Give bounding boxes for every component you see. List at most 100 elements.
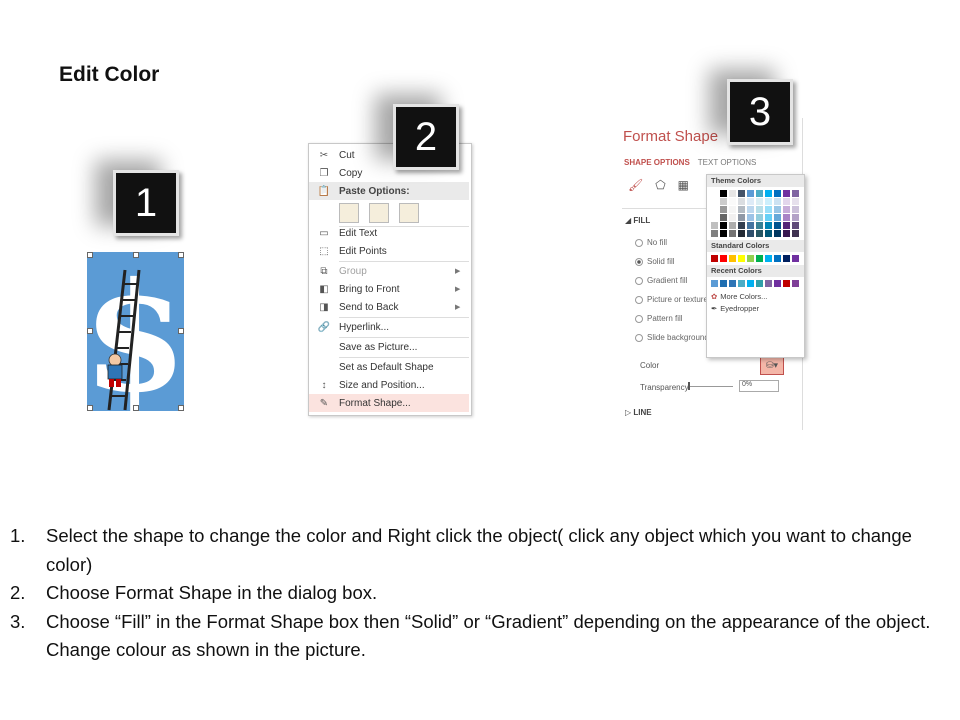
color-swatch[interactable] (783, 206, 790, 213)
paste-merge-formatting-icon[interactable] (369, 203, 389, 223)
color-swatch[interactable] (747, 280, 754, 287)
color-swatch[interactable] (756, 198, 763, 205)
fill-section-header[interactable]: ◢ FILL (625, 216, 650, 225)
fill-color-button[interactable]: ⛁▾ (760, 355, 784, 375)
color-swatch[interactable] (792, 230, 799, 237)
radio-button[interactable] (635, 238, 643, 247)
color-swatch[interactable] (765, 198, 772, 205)
menu-item-bring-to-front[interactable]: ◧ Bring to Front ▶ (309, 280, 469, 298)
paste-picture-icon[interactable] (399, 203, 419, 223)
color-swatch[interactable] (738, 255, 745, 262)
color-swatch[interactable] (765, 280, 772, 287)
color-swatch[interactable] (783, 280, 790, 287)
color-swatch[interactable] (756, 255, 763, 262)
dollar-ladder-shape[interactable]: $ (87, 252, 184, 411)
color-swatch[interactable] (738, 214, 745, 221)
transparency-slider[interactable] (688, 386, 733, 387)
color-swatch[interactable] (711, 230, 718, 237)
color-swatch[interactable] (774, 214, 781, 221)
color-swatch[interactable] (792, 198, 799, 205)
menu-item-size-position[interactable]: ↕ Size and Position... (309, 376, 469, 394)
menu-item-send-to-back[interactable]: ◨ Send to Back ▶ (309, 298, 469, 316)
color-swatch[interactable] (756, 214, 763, 221)
color-swatch[interactable] (774, 255, 781, 262)
slider-thumb[interactable] (688, 382, 690, 390)
color-swatch[interactable] (738, 198, 745, 205)
color-swatch[interactable] (792, 222, 799, 229)
menu-item-group[interactable]: ⧉ Group ▶ (309, 262, 469, 280)
selection-handle[interactable] (133, 252, 139, 258)
effects-icon[interactable]: ⬠ (655, 178, 665, 192)
color-swatch[interactable] (756, 230, 763, 237)
color-swatch[interactable] (738, 230, 745, 237)
menu-item-hyperlink[interactable]: 🔗 Hyperlink... (309, 318, 469, 336)
selection-handle[interactable] (87, 252, 93, 258)
color-swatch[interactable] (720, 222, 727, 229)
color-swatch[interactable] (729, 230, 736, 237)
menu-item-edit-text[interactable]: ▭ Edit Text (309, 224, 469, 242)
color-swatch[interactable] (774, 206, 781, 213)
color-swatch[interactable] (729, 206, 736, 213)
color-swatch[interactable] (774, 222, 781, 229)
selection-handle[interactable] (178, 252, 184, 258)
color-swatch[interactable] (783, 190, 790, 197)
menu-item-edit-points[interactable]: ⬚ Edit Points (309, 242, 469, 260)
color-swatch[interactable] (738, 206, 745, 213)
color-swatch[interactable] (783, 214, 790, 221)
radio-button[interactable] (635, 314, 643, 323)
tab-shape-options[interactable]: SHAPE OPTIONS (624, 158, 690, 167)
color-swatch[interactable] (720, 230, 727, 237)
color-swatch[interactable] (720, 190, 727, 197)
radio-button[interactable] (635, 276, 643, 285)
color-swatch[interactable] (738, 280, 745, 287)
radio-button[interactable] (635, 295, 643, 304)
transparency-input[interactable]: 0% (739, 380, 779, 392)
color-swatch[interactable] (711, 222, 718, 229)
color-swatch[interactable] (729, 255, 736, 262)
radio-button[interactable] (635, 257, 643, 266)
no-fill-option[interactable]: No fill (635, 238, 667, 247)
selection-handle[interactable] (87, 405, 93, 411)
more-colors-item[interactable]: ✿ More Colors... (707, 290, 804, 302)
radio-button[interactable] (635, 333, 643, 342)
fill-line-icon[interactable]: 🖌 (628, 178, 643, 192)
color-swatch[interactable] (774, 190, 781, 197)
color-swatch[interactable] (765, 255, 772, 262)
line-section-header[interactable]: ▷ LINE (625, 408, 652, 417)
color-swatch[interactable] (792, 255, 799, 262)
color-swatch[interactable] (738, 190, 745, 197)
color-swatch[interactable] (765, 230, 772, 237)
color-swatch[interactable] (747, 255, 754, 262)
color-swatch[interactable] (720, 280, 727, 287)
color-swatch[interactable] (774, 198, 781, 205)
color-swatch[interactable] (765, 222, 772, 229)
color-swatch[interactable] (720, 206, 727, 213)
tab-text-options[interactable]: TEXT OPTIONS (698, 158, 757, 167)
color-swatch[interactable] (711, 255, 718, 262)
color-swatch[interactable] (747, 198, 754, 205)
color-swatch[interactable] (774, 280, 781, 287)
color-swatch[interactable] (729, 190, 736, 197)
color-swatch[interactable] (720, 255, 727, 262)
color-swatch[interactable] (792, 280, 799, 287)
color-swatch[interactable] (792, 206, 799, 213)
color-swatch[interactable] (729, 280, 736, 287)
color-swatch[interactable] (711, 280, 718, 287)
color-swatch[interactable] (747, 214, 754, 221)
menu-item-format-shape[interactable]: ✎ Format Shape... (309, 394, 469, 412)
color-swatch[interactable] (774, 230, 781, 237)
color-swatch[interactable] (738, 222, 745, 229)
color-swatch[interactable] (729, 214, 736, 221)
solid-fill-option[interactable]: Solid fill (635, 257, 675, 266)
color-swatch[interactable] (783, 198, 790, 205)
color-swatch[interactable] (765, 206, 772, 213)
color-swatch[interactable] (729, 198, 736, 205)
color-swatch[interactable] (765, 190, 772, 197)
color-swatch[interactable] (720, 198, 727, 205)
color-swatch[interactable] (747, 190, 754, 197)
color-swatch[interactable] (756, 190, 763, 197)
color-swatch[interactable] (756, 222, 763, 229)
color-swatch[interactable] (756, 206, 763, 213)
color-swatch[interactable] (720, 214, 727, 221)
menu-item-set-default-shape[interactable]: Set as Default Shape (309, 358, 469, 376)
